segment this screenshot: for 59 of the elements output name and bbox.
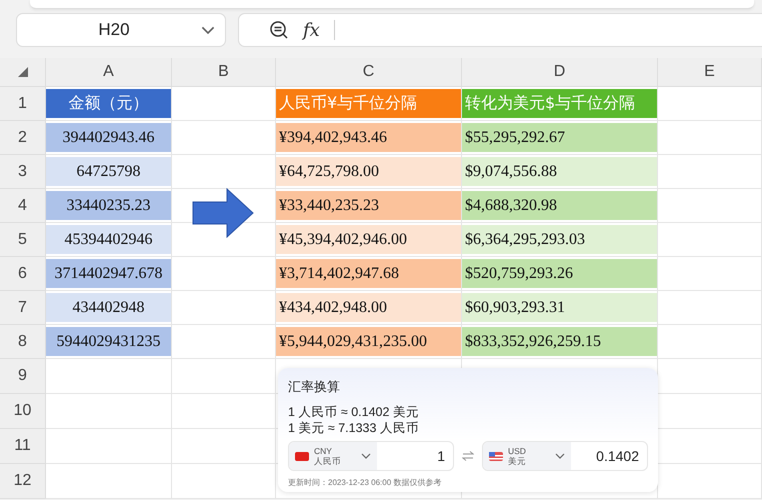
column-header[interactable]: C — [276, 58, 462, 87]
formula-bar[interactable]: fx — [238, 13, 762, 47]
swap-icon[interactable] — [462, 451, 474, 461]
table-cell: $6,364,295,293.03 — [462, 225, 657, 254]
row-header[interactable]: 2 — [0, 121, 46, 155]
table-cell: 45394402946 — [46, 225, 171, 254]
chevron-down-icon — [361, 453, 371, 459]
select-all-icon[interactable] — [18, 67, 28, 77]
row-header[interactable]: 8 — [0, 325, 46, 359]
rate-text: 1 人民币 ≈ 0.1402 美元 — [288, 404, 419, 420]
column-header[interactable]: B — [172, 58, 276, 87]
chevron-down-icon — [555, 453, 565, 459]
currency-field[interactable]: USD 美元 0.1402 — [482, 441, 648, 471]
table-cell: ¥434,402,948.00 — [276, 293, 461, 322]
table-cell: ¥5,944,029,431,235.00 — [276, 327, 461, 356]
column-header[interactable]: E — [658, 58, 762, 87]
function-label[interactable]: fx — [303, 20, 320, 40]
table-cell: $9,074,556.88 — [462, 157, 657, 186]
table-cell: ¥64,725,798.00 — [276, 157, 461, 186]
table-cell: $55,295,292.67 — [462, 123, 657, 152]
header-cell: 人民币¥与千位分隔 — [276, 89, 461, 118]
row-header[interactable]: 4 — [0, 189, 46, 223]
row-header[interactable]: 10 — [0, 394, 46, 429]
table-cell: 3714402947.678 — [46, 259, 171, 288]
update-time-text: 更新时间：2023-12-23 06:00 数据仅供参考 — [288, 477, 442, 488]
row-header[interactable]: 5 — [0, 223, 46, 257]
row-header[interactable]: 11 — [0, 429, 46, 464]
zoom-out-icon[interactable] — [269, 20, 289, 40]
card-title: 汇率换算 — [288, 378, 340, 396]
column-header[interactable]: D — [462, 58, 658, 87]
row-header[interactable]: 9 — [0, 359, 46, 394]
table-cell: 33440235.23 — [46, 191, 171, 220]
table-cell: $4,688,320.98 — [462, 191, 657, 220]
table-cell: ¥3,714,402,947.68 — [276, 259, 461, 288]
row-header[interactable]: 6 — [0, 257, 46, 291]
row-header[interactable]: 7 — [0, 291, 46, 325]
column-header[interactable]: A — [46, 58, 172, 87]
row-header[interactable]: 1 — [0, 87, 46, 121]
right-arrow-icon — [192, 188, 254, 238]
table-cell: $60,903,293.31 — [462, 293, 657, 322]
table-cell: $520,759,293.26 — [462, 259, 657, 288]
table-cell: ¥394,402,943.46 — [276, 123, 461, 152]
table-cell: 434402948 — [46, 293, 171, 322]
header-cell: 转化为美元$与千位分隔 — [462, 89, 657, 118]
table-cell: ¥45,394,402,946.00 — [276, 225, 461, 254]
row-header[interactable]: 12 — [0, 464, 46, 499]
header-cell: 金额（元） — [46, 89, 171, 118]
row-header[interactable]: 3 — [0, 155, 46, 189]
table-cell: 5944029431235 — [46, 327, 171, 356]
table-cell: 394402943.46 — [46, 123, 171, 152]
name-box[interactable]: H20 — [16, 13, 226, 47]
flag-icon — [295, 452, 309, 460]
chevron-down-icon — [201, 26, 215, 34]
table-cell: ¥33,440,235.23 — [276, 191, 461, 220]
currency-field[interactable]: CNY 人民币 1 — [288, 441, 454, 471]
table-cell: 64725798 — [46, 157, 171, 186]
table-cell: $833,352,926,259.15 — [462, 327, 657, 356]
rate-text: 1 美元 ≈ 7.1333 人民币 — [288, 420, 419, 436]
flag-icon — [489, 452, 503, 460]
